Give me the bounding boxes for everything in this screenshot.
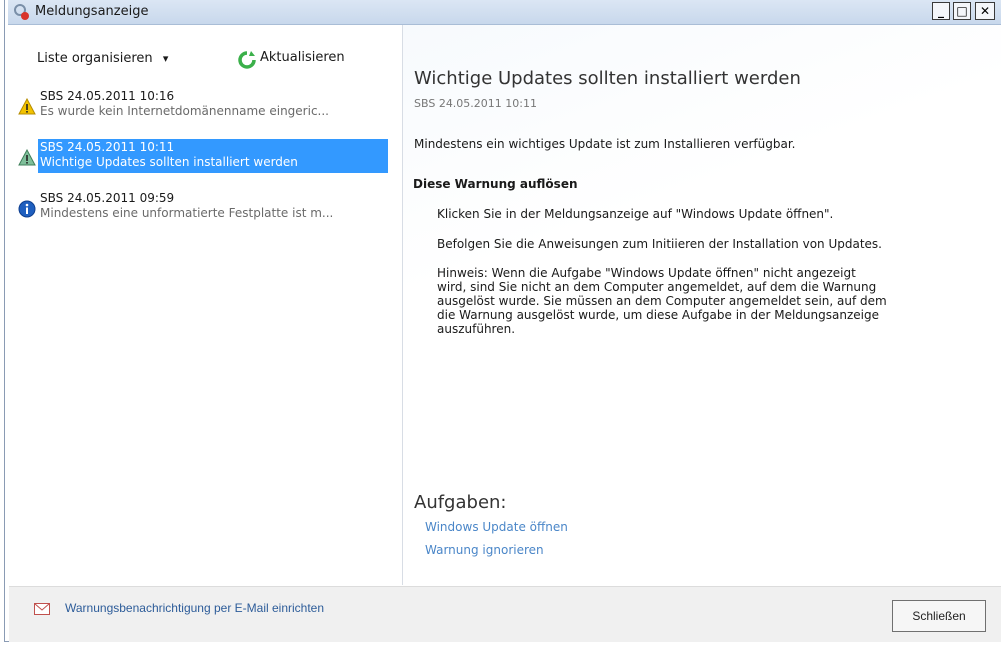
ignore-warning-link[interactable]: Warnung ignorieren — [425, 543, 544, 557]
windows-update-link[interactable]: Windows Update öffnen — [425, 520, 568, 534]
window-title: Meldungsanzeige — [35, 4, 149, 19]
message-item[interactable]: SBS 24.05.2011 10:16 Es wurde kein Inter… — [14, 89, 374, 125]
close-window-button[interactable]: ✕ — [975, 2, 995, 20]
refresh-icon — [238, 51, 256, 69]
warning-icon — [18, 98, 36, 115]
refresh-button[interactable]: Aktualisieren — [238, 50, 345, 69]
message-item-selected[interactable]: SBS 24.05.2011 10:11 Wichtige Updates so… — [14, 139, 388, 176]
maximize-button[interactable]: □ — [953, 2, 971, 20]
chevron-down-icon: ▾ — [162, 52, 169, 65]
resolve-step-1: Klicken Sie in der Meldungsanzeige auf "… — [437, 207, 834, 221]
minimize-button[interactable]: _ — [932, 2, 950, 20]
resolve-step-2: Befolgen Sie die Anweisungen zum Initiie… — [437, 237, 882, 251]
email-icon — [34, 603, 50, 615]
detail-title: Wichtige Updates sollten installiert wer… — [414, 68, 801, 89]
organize-list-menu[interactable]: Liste organisieren ▾ — [37, 51, 168, 66]
tasks-heading: Aufgaben: — [414, 492, 507, 513]
resolve-heading: Diese Warnung auflösen — [413, 177, 578, 191]
title-bar: Meldungsanzeige _ □ ✕ — [8, 0, 1001, 25]
warning-icon — [18, 149, 36, 166]
close-button[interactable]: Schließen — [892, 600, 986, 632]
detail-timestamp: SBS 24.05.2011 10:11 — [414, 97, 537, 110]
info-icon — [18, 200, 36, 218]
message-item[interactable]: SBS 24.05.2011 09:59 Mindestens eine unf… — [14, 191, 374, 227]
email-notification-link[interactable]: Warnungsbenachrichtigung per E-Mail einr… — [65, 601, 324, 615]
alert-viewer-icon — [14, 4, 29, 20]
detail-summary: Mindestens ein wichtiges Update ist zum … — [414, 137, 796, 151]
